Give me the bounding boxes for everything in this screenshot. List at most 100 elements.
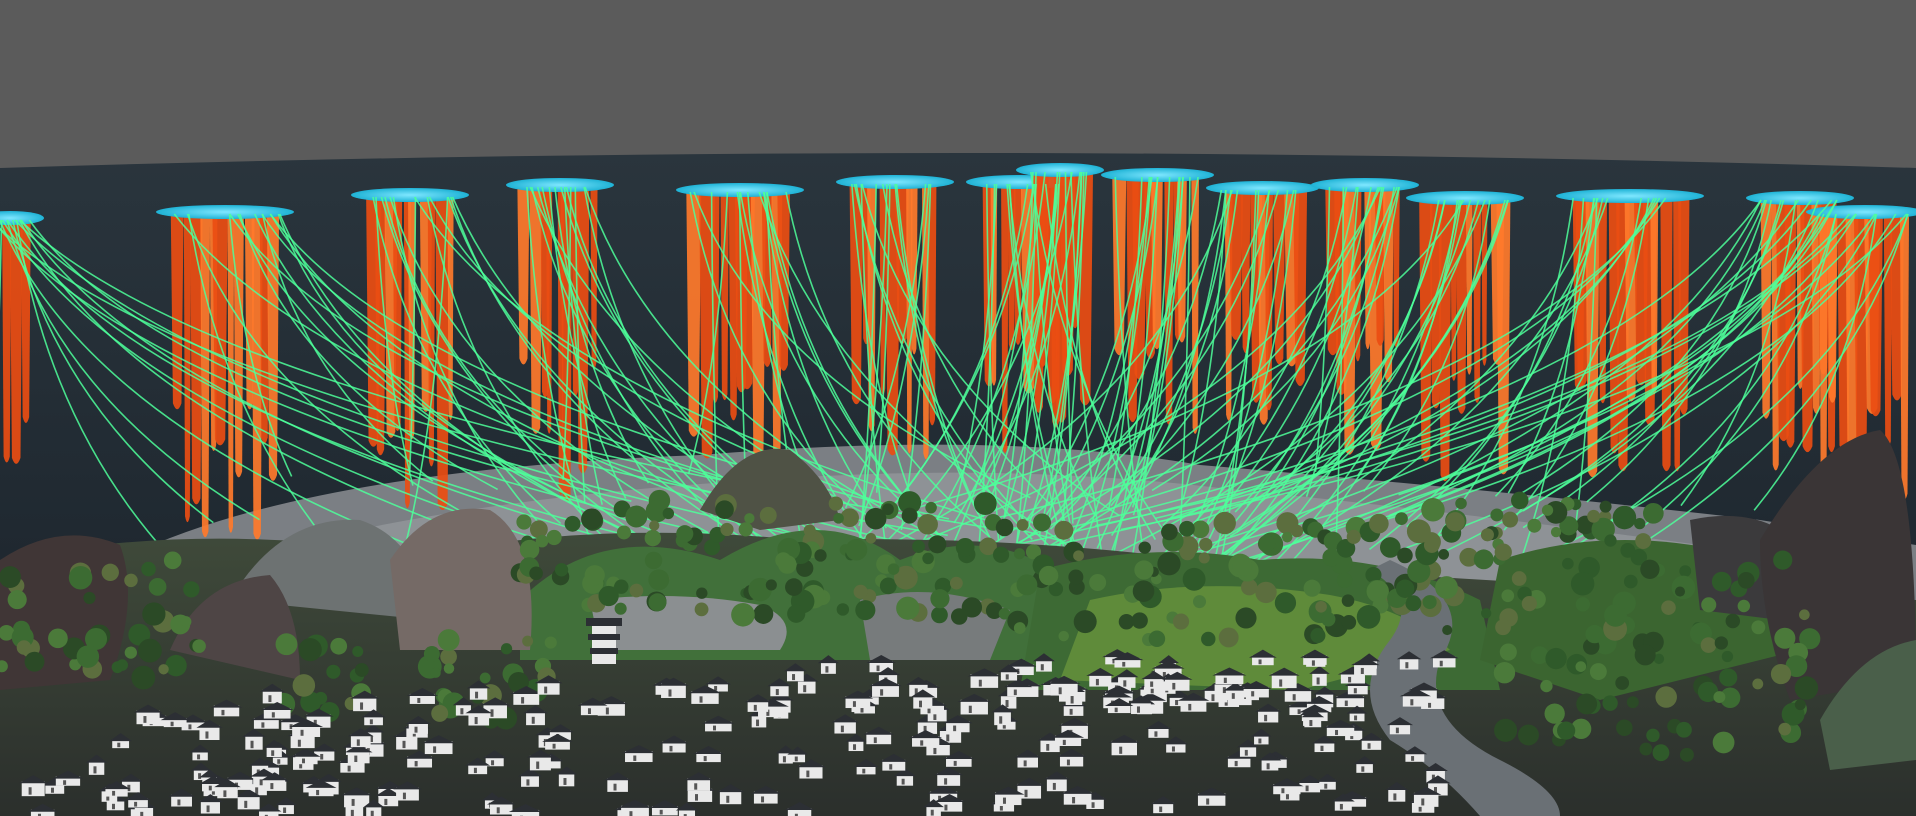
house-door [946,734,950,742]
tree [616,525,631,540]
house-door [876,665,880,672]
tree [879,577,897,595]
tree [1473,549,1494,570]
house-door [198,773,202,779]
house-door [1279,679,1283,687]
tree [1255,581,1277,604]
house-door [1266,763,1270,770]
tree [614,602,627,615]
tree [1241,578,1258,596]
house-door [414,761,418,767]
house-door [944,778,948,785]
house-door [978,679,982,687]
tree [887,563,900,575]
tree [1616,719,1633,736]
column-strand [1598,196,1608,404]
house-door [1091,802,1095,808]
tree [1646,728,1660,743]
house-door [320,753,324,760]
house-door [944,804,948,811]
render-viewport[interactable] [0,0,1916,816]
house-door [668,689,672,697]
house-door [271,750,275,756]
house-door [1244,749,1248,756]
house-door [414,726,418,733]
house-door [713,725,717,731]
house-door [587,708,591,715]
tree [855,600,876,621]
house-door [853,744,857,750]
tree [1634,644,1656,666]
house-door [117,742,121,748]
tree [1356,605,1381,629]
house-door [351,798,355,806]
column-strand [1760,198,1772,419]
tree [1395,512,1408,525]
tree [1626,696,1639,709]
house-door [1231,693,1235,699]
tree [48,628,68,649]
tree [564,515,581,532]
house-wall [1413,792,1439,807]
tree [833,512,844,524]
house-door [756,719,760,727]
column-strand [1228,188,1243,340]
tree [529,520,548,539]
tree [148,578,167,596]
house-door [255,787,259,794]
house-door [1393,793,1397,801]
tree [922,552,934,565]
tree [759,506,777,524]
column-cap [1311,178,1419,192]
tree [765,579,777,591]
tree [1737,571,1755,589]
tree [1068,569,1084,585]
house-door [633,755,637,761]
tree [1773,550,1793,570]
tree [1033,513,1052,532]
house-door [474,716,478,725]
house-door [1320,745,1324,752]
tree [1303,579,1321,597]
tree [1193,595,1207,609]
tree [1346,529,1361,544]
tree [662,507,675,520]
tree [1585,624,1604,644]
house-door [1258,738,1262,744]
house-door [1058,687,1062,695]
scene-canvas [0,0,1916,816]
tree [1213,511,1236,535]
tree [955,537,975,557]
house-door [613,783,617,791]
house-door [806,770,810,778]
tree [1587,509,1601,523]
tree [1502,511,1519,528]
house-door [694,783,698,790]
tree [1700,637,1717,653]
house-door [1223,677,1227,683]
tree [949,576,963,590]
tree [753,604,774,624]
house-door [1005,674,1009,680]
house-door [840,725,844,733]
tree [912,540,925,553]
house-door [1211,694,1215,702]
house-door [1281,788,1285,794]
house-door [1367,743,1371,749]
tree [1445,512,1465,532]
tree [694,602,709,617]
house-wall [558,772,575,787]
tree [1422,595,1437,610]
house-door [1439,660,1443,667]
column-strand [867,182,877,432]
tree [644,551,663,570]
tree [901,507,918,524]
house-door [1024,789,1028,798]
tree [649,520,660,531]
house-wall [199,725,220,741]
tree [644,529,662,547]
column-strand [1112,175,1127,356]
tree [1494,718,1518,742]
tree [828,496,843,511]
tree [1623,574,1638,589]
